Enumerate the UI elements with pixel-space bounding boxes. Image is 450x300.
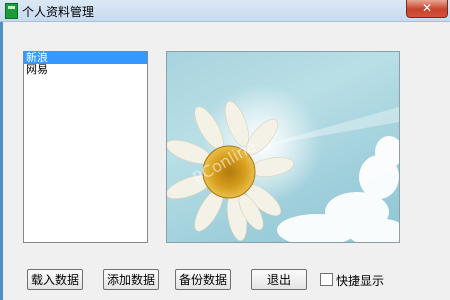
exit-button[interactable]: 退出 [251, 269, 307, 290]
window-edge [0, 21, 3, 300]
load-data-button[interactable]: 载入数据 [27, 269, 83, 290]
close-button[interactable]: ✕ [406, 0, 448, 18]
app-icon [5, 3, 18, 19]
add-data-button[interactable]: 添加数据 [103, 269, 159, 290]
daisy-and-sky-image: PConline [167, 84, 399, 242]
list-item[interactable]: 网易 [24, 64, 147, 76]
window-title: 个人资料管理 [22, 5, 95, 19]
site-listbox[interactable]: 新浪 网易 [23, 51, 148, 243]
checkbox-label[interactable]: 快捷显示 [336, 272, 384, 289]
backup-data-button[interactable]: 备份数据 [175, 269, 231, 290]
main-window: 个人资料管理 ✕ 新浪 网易 PConline 载入数据 添加数据 备份数据 退… [0, 0, 450, 300]
checkbox-box[interactable] [320, 273, 333, 286]
picture-box: PConline [166, 51, 400, 243]
title-bar[interactable]: 个人资料管理 ✕ [0, 0, 450, 22]
